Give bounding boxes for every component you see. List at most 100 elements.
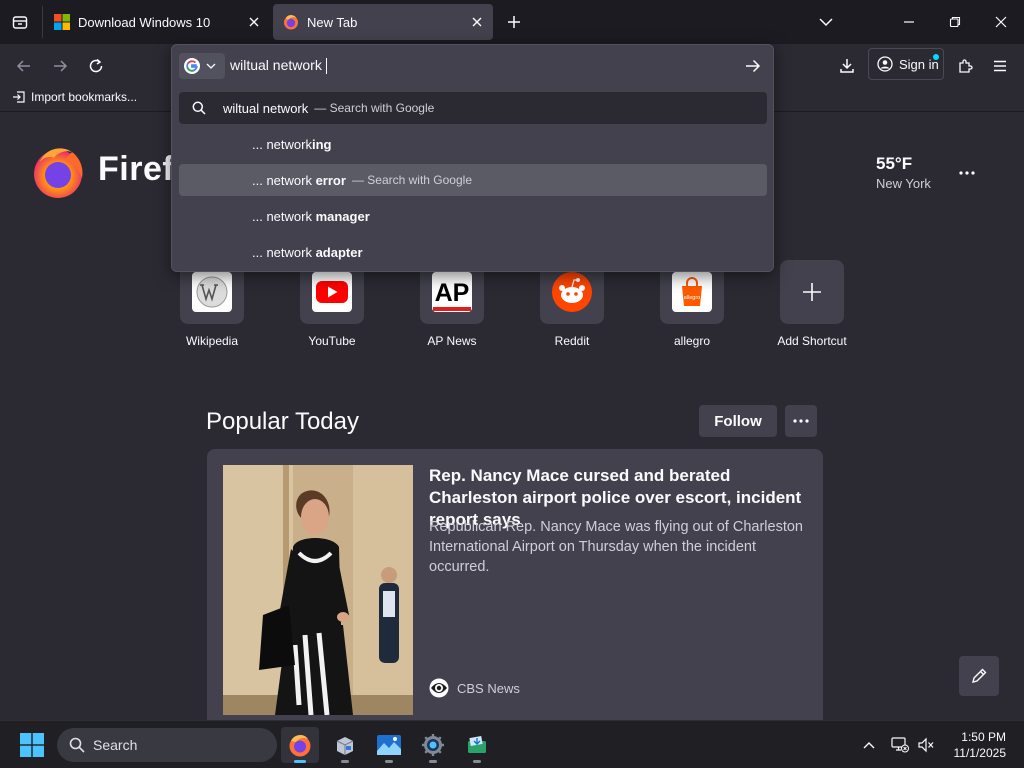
media-creation-icon [468,736,486,753]
volume-button[interactable] [914,733,938,757]
back-button[interactable] [10,52,38,80]
suggestion-item[interactable]: ... network ing [179,128,767,160]
taskbar-app-installer[interactable] [326,727,364,763]
add-shortcut-button[interactable]: Add Shortcut [762,260,862,348]
story-image [223,465,413,715]
follow-button[interactable]: Follow [699,405,777,437]
weather-widget[interactable]: 55°F New York [876,154,931,191]
tab-new-tab[interactable]: New Tab [273,4,493,40]
address-bar-dropdown: wiltual network wiltual network — Search… [171,44,774,272]
taskbar-search-placeholder: Search [93,737,138,753]
address-bar[interactable]: wiltual network [172,45,773,87]
firefox-icon [284,15,298,30]
hamburger-menu-icon [994,60,1006,72]
import-bookmarks-button[interactable]: Import bookmarks... [12,90,137,104]
suggestion-completion: adapter [315,244,363,260]
forward-button[interactable] [46,52,74,80]
app-menu-button[interactable] [986,52,1014,80]
story-source: CBS News [429,678,520,698]
taskbar-settings[interactable] [414,727,452,763]
chevron-down-icon [819,18,833,27]
arrow-left-icon [16,60,30,72]
running-indicator [385,760,393,763]
system-clock[interactable]: 1:50 PM 11/1/2025 [940,729,1007,761]
suggestion-item-selected[interactable]: ... network error — Search with Google [179,164,767,196]
taskbar-search-box[interactable]: Search [57,728,277,762]
firefox-icon [289,735,311,757]
suggestion-hint: — Search with Google [314,101,435,115]
more-horizontal-icon [959,171,975,175]
new-tab-button[interactable] [502,10,526,34]
notification-dot [933,54,939,60]
shortcut-wikipedia[interactable]: Wikipedia [162,260,262,348]
windows-logo-icon [54,14,70,30]
tab-title: Download Windows 10 [78,14,211,30]
list-all-tabs-button[interactable] [812,8,840,36]
suggestion-text: ... network [252,172,316,188]
plus-icon [508,16,520,28]
sign-in-button[interactable]: Sign in [868,48,944,80]
taskbar-photos[interactable] [370,727,408,763]
extensions-button[interactable] [951,52,979,80]
suggestion-search[interactable]: wiltual network — Search with Google [179,92,767,124]
tab-separator [42,6,43,38]
firefox-logo-icon [34,148,83,198]
close-icon [995,16,1007,28]
shortcut-ap-news[interactable]: AP AP News [402,260,502,348]
gear-icon [422,734,444,756]
suggestion-item[interactable]: ... network adapter [179,236,767,268]
photos-icon [377,735,401,755]
suggestion-hint: — Search with Google [351,173,472,187]
taskbar-media-tool[interactable] [458,727,496,763]
tab-download-windows[interactable]: Download Windows 10 [44,4,270,40]
close-tab-icon[interactable] [242,10,266,34]
shortcut-youtube[interactable]: YouTube [282,260,382,348]
close-window-button[interactable] [987,8,1015,36]
suggestion-completion: ing [311,136,332,152]
suggestion-text: ... network [252,208,316,224]
account-icon [877,56,893,72]
wikipedia-icon [192,272,232,312]
text-caret [325,58,327,75]
story-card[interactable]: Rep. Nancy Mace cursed and berated Charl… [207,449,823,739]
ap-news-icon: AP [432,272,472,312]
shortcut-allegro[interactable]: allegro allegro [642,260,742,348]
reload-button[interactable] [82,52,110,80]
url-input[interactable]: wiltual network [230,57,327,75]
downloads-button[interactable] [833,52,861,80]
firefox-view-icon [12,16,28,29]
youtube-icon [312,272,352,312]
close-tab-icon[interactable] [465,10,489,34]
show-hidden-icons-button[interactable] [857,733,881,757]
customize-button[interactable] [959,656,999,696]
weather-menu-button[interactable] [956,164,978,182]
reload-icon [89,58,103,73]
suggestion-completion: manager [315,208,370,224]
section-menu-button[interactable] [785,405,817,437]
allegro-icon: allegro [672,272,712,312]
suggestion-item[interactable]: ... network manager [179,200,767,232]
arrow-right-icon [54,60,68,72]
minimize-icon [904,21,914,23]
tab-strip: Download Windows 10 New Tab [0,0,1024,44]
clock-date: 11/1/2025 [953,746,1007,760]
url-input-text: wiltual network [230,57,322,73]
svg-text:AP: AP [435,279,470,307]
suggestion-text: wiltual network [223,100,309,116]
restore-button[interactable] [941,8,969,36]
firefox-view-button[interactable] [8,10,32,34]
shortcut-reddit[interactable]: Reddit [522,260,622,348]
taskbar-firefox[interactable] [281,727,319,763]
chevron-down-icon [206,63,216,69]
svg-text:allegro: allegro [684,295,701,301]
go-button[interactable] [742,55,764,77]
windows-start-icon[interactable] [20,733,44,757]
minimize-button[interactable] [895,8,923,36]
network-status-button[interactable] [888,733,912,757]
weather-temperature: 55°F [876,154,913,173]
installer-icon [336,737,354,755]
restore-icon [949,16,961,28]
pencil-icon [972,668,987,683]
search-engine-button[interactable] [179,53,225,79]
reddit-icon [552,272,592,312]
